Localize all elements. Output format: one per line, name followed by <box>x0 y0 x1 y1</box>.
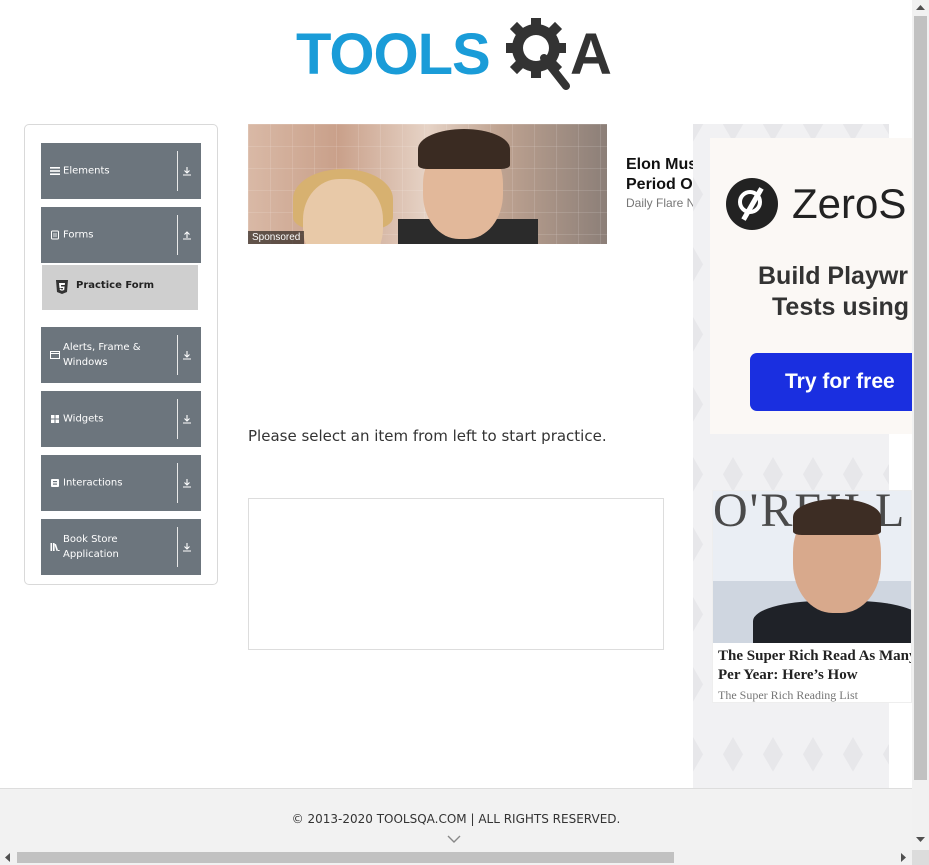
download-icon[interactable] <box>182 350 192 360</box>
scroll-up-icon[interactable] <box>916 4 925 11</box>
ad-title-line: Period O <box>626 176 693 193</box>
sidebar-group-label: Forms <box>63 229 94 241</box>
sidebar-group-alerts[interactable]: Alerts, Frame & Windows <box>41 327 201 383</box>
ad-title-line: Elon Mus <box>626 156 696 173</box>
sidebar-group-elements[interactable]: Elements <box>41 143 201 199</box>
divider <box>177 335 178 375</box>
ad-banner-source[interactable]: Daily Flare N <box>626 196 696 210</box>
download-icon[interactable] <box>182 166 192 176</box>
photo-person-hair <box>418 129 510 169</box>
sidebar-item-practice-form[interactable]: Practice Form <box>42 265 198 310</box>
horizontal-scroll-thumb[interactable] <box>17 852 674 863</box>
widgets-icon <box>51 415 59 423</box>
divider <box>177 527 178 567</box>
sidebar-group-label: Interactions <box>63 477 123 489</box>
sidebar-group-label: Book Store Application <box>63 534 119 560</box>
sidebar-group-forms[interactable]: Forms <box>41 207 201 263</box>
ad-source: The Super Rich Reading List <box>718 688 858 702</box>
toolsqa-logo[interactable]: TOOLS A <box>296 16 621 90</box>
sponsored-label: Sponsored <box>248 231 305 244</box>
sidebar-group-label: Alerts, Frame & Windows <box>63 342 141 368</box>
form-icon <box>51 230 59 240</box>
ad-title-line: Per Year: Here’s How <box>718 667 858 683</box>
super-rich-ad[interactable]: O'REILL The Super Rich Read As Many Per … <box>712 490 912 703</box>
divider <box>177 399 178 439</box>
sidebar: Elements Forms Practice Form Alerts, Fra… <box>24 124 218 585</box>
chevron-down-icon[interactable] <box>447 834 461 844</box>
vertical-scroll-thumb[interactable] <box>914 16 927 780</box>
main-instruction: Please select an item from left to start… <box>248 427 607 445</box>
sidebar-group-label: Elements <box>63 165 110 177</box>
window-icon <box>50 351 60 359</box>
sidebar-group-interactions[interactable]: Interactions <box>41 455 201 511</box>
download-icon[interactable] <box>182 478 192 488</box>
menu-icon <box>50 167 60 175</box>
scroll-right-icon[interactable] <box>900 853 907 862</box>
sidebar-group-label: Widgets <box>63 413 104 425</box>
zerostep-brand: ZeroS <box>792 180 907 227</box>
zerostep-logo-icon <box>726 178 778 230</box>
zerostep-ad[interactable]: ZeroS Build Playwr Tests using Try for f… <box>710 138 912 434</box>
interactions-icon <box>51 479 59 487</box>
horizontal-scrollbar[interactable] <box>0 850 912 865</box>
upload-icon[interactable] <box>182 230 192 240</box>
html5-icon <box>56 280 68 294</box>
divider <box>177 151 178 191</box>
download-icon[interactable] <box>182 542 192 552</box>
logo-text-a: A <box>570 22 612 87</box>
scroll-left-icon[interactable] <box>4 853 11 862</box>
divider <box>177 463 178 503</box>
scroll-down-icon[interactable] <box>916 836 925 843</box>
divider <box>177 215 178 255</box>
scrollbar-corner <box>912 850 929 865</box>
ad-title-line: The Super Rich Read As Many <box>718 648 912 664</box>
photo-person-hair <box>793 499 881 535</box>
sidebar-group-book-store[interactable]: Book Store Application <box>41 519 201 575</box>
ad-photo: O'REILL <box>713 491 911 643</box>
try-for-free-button[interactable]: Try for free <box>750 353 912 411</box>
ad-placeholder-box <box>248 498 664 650</box>
library-icon <box>50 543 60 552</box>
download-icon[interactable] <box>182 414 192 424</box>
ad-banner-title[interactable]: Elon Mus Period O <box>626 155 696 195</box>
photo-person-face <box>303 179 383 244</box>
vertical-scrollbar[interactable] <box>912 0 929 850</box>
footer: © 2013-2020 TOOLSQA.COM | ALL RIGHTS RES… <box>0 788 912 850</box>
zerostep-headline: Build Playwr <box>758 262 909 290</box>
logo-text-tools: TOOLS <box>296 22 491 87</box>
ad-banner-image[interactable]: Sponsored <box>248 124 607 244</box>
sidebar-group-widgets[interactable]: Widgets <box>41 391 201 447</box>
ad-title: The Super Rich Read As Many Per Year: He… <box>718 647 912 685</box>
sidebar-item-label: Practice Form <box>76 280 154 291</box>
footer-copyright: © 2013-2020 TOOLSQA.COM | ALL RIGHTS RES… <box>291 812 621 826</box>
zerostep-headline: Tests using <box>772 293 910 321</box>
gear-magnifier-icon <box>506 18 570 90</box>
